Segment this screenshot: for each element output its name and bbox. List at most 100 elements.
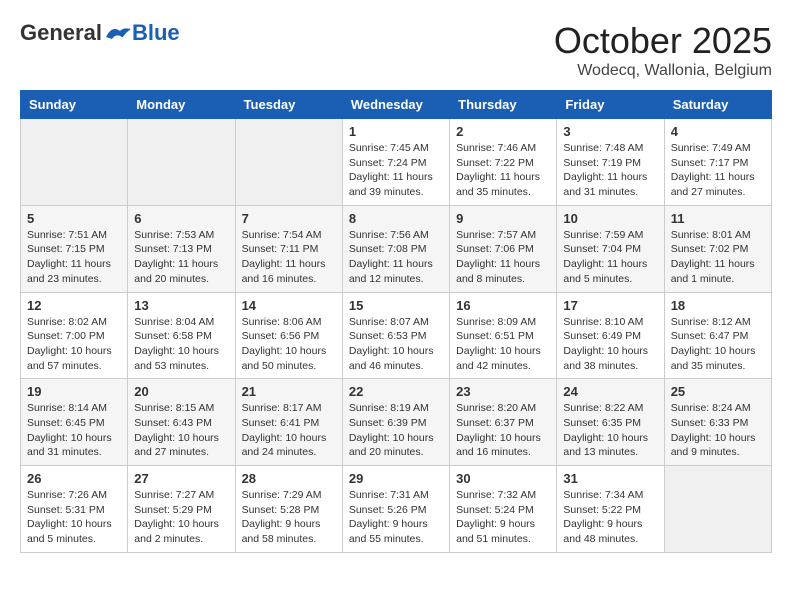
calendar-cell: 27 Sunrise: 7:27 AM Sunset: 5:29 PM Dayli… — [128, 466, 235, 553]
day-number: 5 — [27, 211, 121, 226]
logo-blue-text: Blue — [132, 20, 180, 46]
calendar-cell: 31 Sunrise: 7:34 AM Sunset: 5:22 PM Dayli… — [557, 466, 664, 553]
day-info: Sunrise: 7:49 AM Sunset: 7:17 PM Dayligh… — [671, 141, 765, 200]
day-number: 23 — [456, 384, 550, 399]
day-info: Sunrise: 8:17 AM Sunset: 6:41 PM Dayligh… — [242, 401, 336, 460]
day-number: 3 — [563, 124, 657, 139]
calendar-header-row: SundayMondayTuesdayWednesdayThursdayFrid… — [21, 91, 772, 119]
calendar-cell: 28 Sunrise: 7:29 AM Sunset: 5:28 PM Dayli… — [235, 466, 342, 553]
calendar-cell: 23 Sunrise: 8:20 AM Sunset: 6:37 PM Dayli… — [450, 379, 557, 466]
calendar-header-wednesday: Wednesday — [342, 91, 449, 119]
day-number: 10 — [563, 211, 657, 226]
day-number: 26 — [27, 471, 121, 486]
day-info: Sunrise: 7:34 AM Sunset: 5:22 PM Dayligh… — [563, 488, 657, 547]
calendar-table: SundayMondayTuesdayWednesdayThursdayFrid… — [20, 90, 772, 553]
day-info: Sunrise: 8:20 AM Sunset: 6:37 PM Dayligh… — [456, 401, 550, 460]
day-number: 2 — [456, 124, 550, 139]
calendar-cell: 16Sunrise: 8:09 AM Sunset: 6:51 PM Dayli… — [450, 292, 557, 379]
calendar-cell: 1Sunrise: 7:45 AM Sunset: 7:24 PM Daylig… — [342, 119, 449, 206]
day-number: 28 — [242, 471, 336, 486]
day-number: 17 — [563, 298, 657, 313]
day-number: 31 — [563, 471, 657, 486]
calendar-cell: 24 Sunrise: 8:22 AM Sunset: 6:35 PM Dayli… — [557, 379, 664, 466]
calendar-cell: 29 Sunrise: 7:31 AM Sunset: 5:26 PM Dayli… — [342, 466, 449, 553]
day-info: Sunrise: 8:22 AM Sunset: 6:35 PM Dayligh… — [563, 401, 657, 460]
calendar-header-sunday: Sunday — [21, 91, 128, 119]
calendar-cell: 26Sunrise: 7:26 AM Sunset: 5:31 PM Dayli… — [21, 466, 128, 553]
day-number: 14 — [242, 298, 336, 313]
day-number: 4 — [671, 124, 765, 139]
calendar-cell: 6 Sunrise: 7:53 AM Sunset: 7:13 PM Daylig… — [128, 205, 235, 292]
day-info: Sunrise: 7:53 AM Sunset: 7:13 PM Dayligh… — [134, 228, 228, 287]
calendar-cell: 9Sunrise: 7:57 AM Sunset: 7:06 PM Daylig… — [450, 205, 557, 292]
calendar-week-row: 1Sunrise: 7:45 AM Sunset: 7:24 PM Daylig… — [21, 119, 772, 206]
day-number: 20 — [134, 384, 228, 399]
calendar-cell: 15Sunrise: 8:07 AM Sunset: 6:53 PM Dayli… — [342, 292, 449, 379]
day-info: Sunrise: 8:24 AM Sunset: 6:33 PM Dayligh… — [671, 401, 765, 460]
day-info: Sunrise: 7:56 AM Sunset: 7:08 PM Dayligh… — [349, 228, 443, 287]
calendar-cell: 13 Sunrise: 8:04 AM Sunset: 6:58 PM Dayli… — [128, 292, 235, 379]
calendar-cell: 21 Sunrise: 8:17 AM Sunset: 6:41 PM Dayli… — [235, 379, 342, 466]
day-info: Sunrise: 7:51 AM Sunset: 7:15 PM Dayligh… — [27, 228, 121, 287]
calendar-cell: 3 Sunrise: 7:48 AM Sunset: 7:19 PM Daylig… — [557, 119, 664, 206]
day-number: 11 — [671, 211, 765, 226]
calendar-cell: 22 Sunrise: 8:19 AM Sunset: 6:39 PM Dayli… — [342, 379, 449, 466]
calendar-header-friday: Friday — [557, 91, 664, 119]
day-number: 9 — [456, 211, 550, 226]
page-header: General Blue October 2025 Wodecq, Wallon… — [20, 20, 772, 80]
day-number: 29 — [349, 471, 443, 486]
calendar-week-row: 26Sunrise: 7:26 AM Sunset: 5:31 PM Dayli… — [21, 466, 772, 553]
day-number: 18 — [671, 298, 765, 313]
day-number: 25 — [671, 384, 765, 399]
day-info: Sunrise: 7:27 AM Sunset: 5:29 PM Dayligh… — [134, 488, 228, 547]
day-info: Sunrise: 8:01 AM Sunset: 7:02 PM Dayligh… — [671, 228, 765, 287]
calendar-week-row: 19Sunrise: 8:14 AM Sunset: 6:45 PM Dayli… — [21, 379, 772, 466]
calendar-cell — [235, 119, 342, 206]
calendar-cell: 5 Sunrise: 7:51 AM Sunset: 7:15 PM Daylig… — [21, 205, 128, 292]
day-info: Sunrise: 8:04 AM Sunset: 6:58 PM Dayligh… — [134, 315, 228, 374]
calendar-cell: 8 Sunrise: 7:56 AM Sunset: 7:08 PM Daylig… — [342, 205, 449, 292]
calendar-cell — [664, 466, 771, 553]
location-text: Wodecq, Wallonia, Belgium — [554, 62, 772, 80]
day-number: 30 — [456, 471, 550, 486]
day-number: 7 — [242, 211, 336, 226]
calendar-cell: 4 Sunrise: 7:49 AM Sunset: 7:17 PM Daylig… — [664, 119, 771, 206]
calendar-cell: 17 Sunrise: 8:10 AM Sunset: 6:49 PM Dayli… — [557, 292, 664, 379]
day-info: Sunrise: 7:54 AM Sunset: 7:11 PM Dayligh… — [242, 228, 336, 287]
calendar-header-tuesday: Tuesday — [235, 91, 342, 119]
calendar-cell: 14Sunrise: 8:06 AM Sunset: 6:56 PM Dayli… — [235, 292, 342, 379]
calendar-cell: 19Sunrise: 8:14 AM Sunset: 6:45 PM Dayli… — [21, 379, 128, 466]
calendar-cell: 18 Sunrise: 8:12 AM Sunset: 6:47 PM Dayli… — [664, 292, 771, 379]
day-info: Sunrise: 7:31 AM Sunset: 5:26 PM Dayligh… — [349, 488, 443, 547]
calendar-cell: 20Sunrise: 8:15 AM Sunset: 6:43 PM Dayli… — [128, 379, 235, 466]
calendar-header-saturday: Saturday — [664, 91, 771, 119]
day-number: 12 — [27, 298, 121, 313]
calendar-cell: 11 Sunrise: 8:01 AM Sunset: 7:02 PM Dayli… — [664, 205, 771, 292]
calendar-week-row: 5 Sunrise: 7:51 AM Sunset: 7:15 PM Daylig… — [21, 205, 772, 292]
day-number: 27 — [134, 471, 228, 486]
calendar-cell: 12Sunrise: 8:02 AM Sunset: 7:00 PM Dayli… — [21, 292, 128, 379]
day-info: Sunrise: 7:48 AM Sunset: 7:19 PM Dayligh… — [563, 141, 657, 200]
calendar-header-thursday: Thursday — [450, 91, 557, 119]
day-number: 13 — [134, 298, 228, 313]
day-info: Sunrise: 8:12 AM Sunset: 6:47 PM Dayligh… — [671, 315, 765, 374]
day-info: Sunrise: 7:29 AM Sunset: 5:28 PM Dayligh… — [242, 488, 336, 547]
calendar-header-monday: Monday — [128, 91, 235, 119]
day-info: Sunrise: 8:10 AM Sunset: 6:49 PM Dayligh… — [563, 315, 657, 374]
calendar-week-row: 12Sunrise: 8:02 AM Sunset: 7:00 PM Dayli… — [21, 292, 772, 379]
day-info: Sunrise: 7:32 AM Sunset: 5:24 PM Dayligh… — [456, 488, 550, 547]
month-title: October 2025 — [554, 20, 772, 62]
day-number: 8 — [349, 211, 443, 226]
calendar-cell — [21, 119, 128, 206]
day-number: 6 — [134, 211, 228, 226]
day-info: Sunrise: 8:19 AM Sunset: 6:39 PM Dayligh… — [349, 401, 443, 460]
day-number: 22 — [349, 384, 443, 399]
calendar-cell — [128, 119, 235, 206]
day-number: 16 — [456, 298, 550, 313]
calendar-cell: 10Sunrise: 7:59 AM Sunset: 7:04 PM Dayli… — [557, 205, 664, 292]
calendar-cell: 2Sunrise: 7:46 AM Sunset: 7:22 PM Daylig… — [450, 119, 557, 206]
day-number: 21 — [242, 384, 336, 399]
calendar-cell: 25 Sunrise: 8:24 AM Sunset: 6:33 PM Dayli… — [664, 379, 771, 466]
day-number: 24 — [563, 384, 657, 399]
day-info: Sunrise: 8:07 AM Sunset: 6:53 PM Dayligh… — [349, 315, 443, 374]
